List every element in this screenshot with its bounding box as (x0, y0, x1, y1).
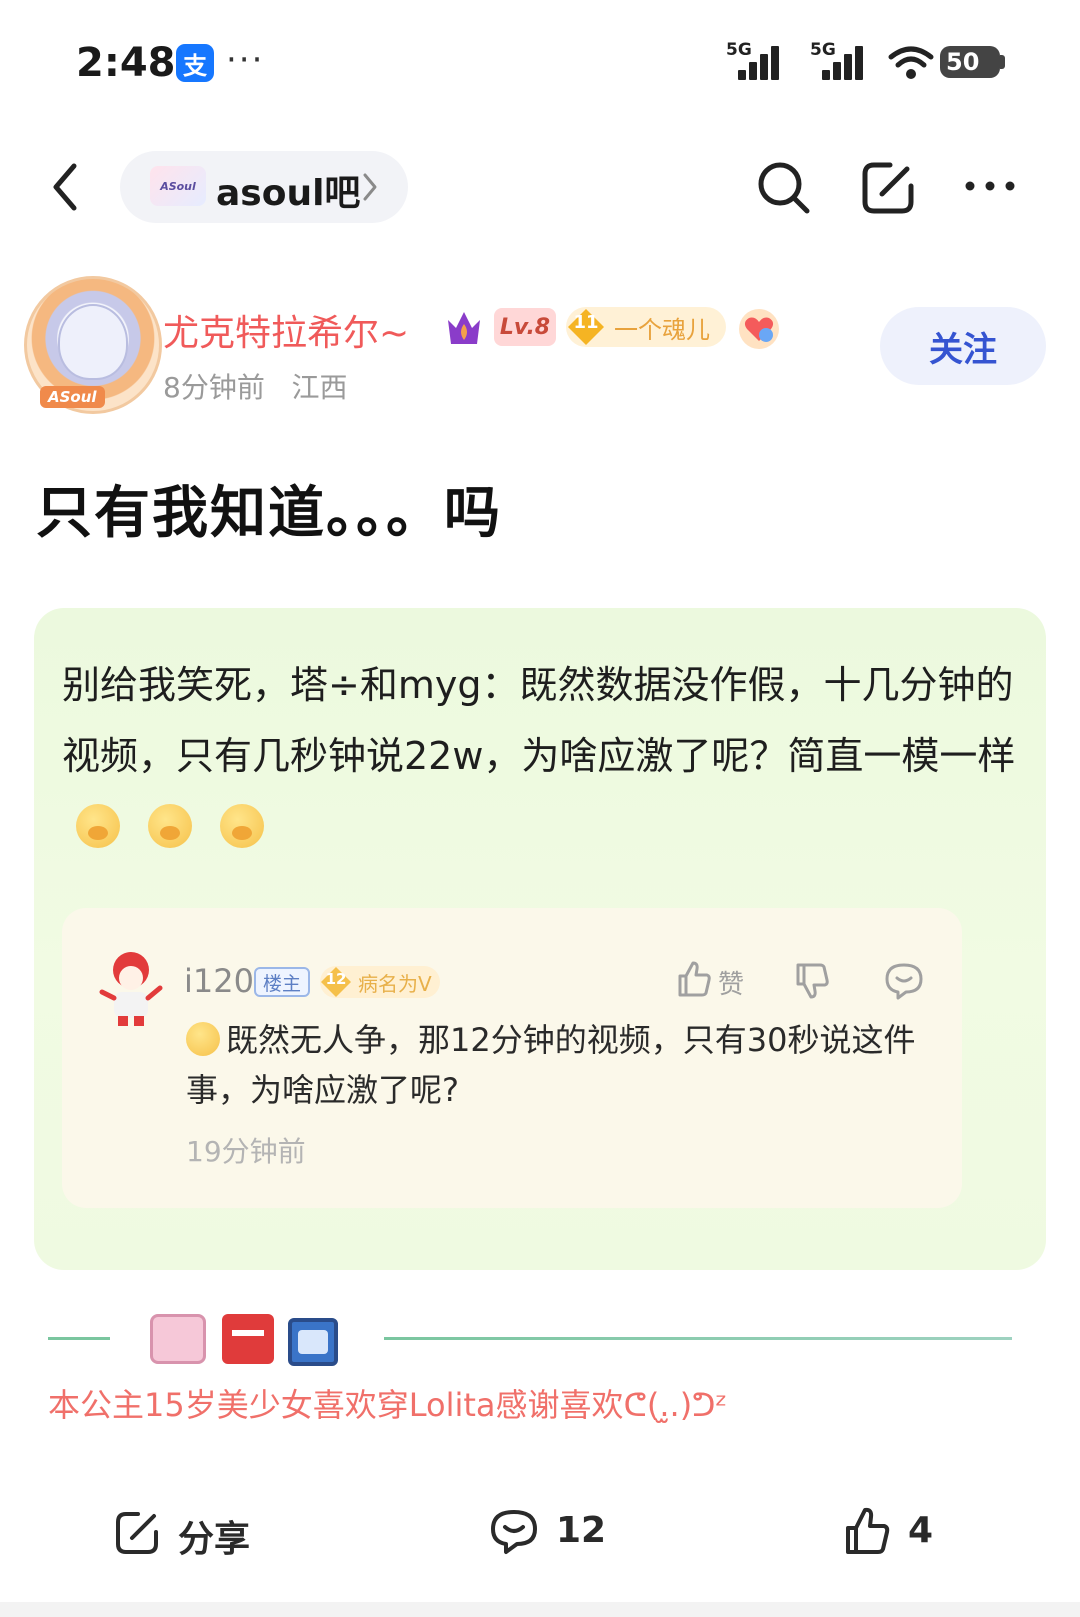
post-body: 别给我笑死，塔÷和myg：既然数据没作假，十几分钟的视频，只有几秒钟说22w，为… (62, 650, 1024, 863)
quote-text-content: 既然无人争，那12分钟的视频，只有30秒说这件事，为啥应激了呢? (186, 1021, 916, 1109)
cover-mouth-emoji-icon (220, 804, 264, 848)
thumbs-up-icon[interactable] (676, 960, 712, 998)
cover-mouth-emoji-icon (76, 804, 120, 848)
fan-level: 11 (573, 312, 599, 333)
signature-divider (48, 1337, 110, 1340)
post-title: 只有我知道。。。吗 (36, 481, 502, 546)
cover-mouth-emoji-icon (148, 804, 192, 848)
signal-5g-icon: 5G (726, 40, 780, 80)
signature-text: 本公主15岁美少女喜欢穿Lolita感谢喜欢ᕦ(.̫.)ᕤᶻ (48, 1386, 728, 1424)
quote-time: 19分钟前 (186, 1135, 306, 1168)
comment-count[interactable]: 12 (556, 1510, 606, 1551)
quote-username[interactable]: i120 (184, 962, 254, 1000)
post-time: 8分钟前 (163, 371, 265, 404)
avatar-tag: ASoul (40, 386, 105, 408)
red-sticker-icon (222, 1314, 274, 1364)
op-badge: 楼主 (254, 967, 310, 997)
pig-sticker-icon (150, 1314, 206, 1364)
wifi-icon (888, 46, 934, 79)
share-button[interactable]: 分享 (178, 1510, 250, 1562)
fan-level: 12 (325, 970, 347, 988)
signal-label: 5G (726, 40, 752, 60)
share-icon[interactable] (114, 1510, 160, 1556)
like-count[interactable]: 4 (908, 1510, 933, 1551)
crown-icon (448, 312, 480, 344)
post-location: 江西 (291, 371, 348, 404)
reply-icon[interactable] (884, 962, 924, 1000)
status-overflow-icon: ··· (226, 40, 265, 80)
status-time: 2:48 (76, 40, 176, 86)
emoji-icon (186, 1022, 220, 1056)
thumbs-down-icon[interactable] (794, 962, 830, 1000)
signature-divider (384, 1337, 1012, 1340)
search-icon[interactable] (756, 160, 812, 216)
red-sticker-face (232, 1330, 264, 1336)
thumbs-up-icon[interactable] (844, 1506, 890, 1556)
fan-name: 病名为V (358, 972, 432, 996)
quote-avatar[interactable] (96, 948, 166, 1028)
quote-text: 既然无人争，那12分钟的视频，只有30秒说这件事，为啥应激了呢? (186, 1015, 916, 1115)
alipay-icon: 支 (176, 44, 214, 82)
battery-tip (1000, 55, 1005, 69)
edit-icon[interactable] (860, 160, 916, 216)
comment-icon[interactable] (490, 1509, 538, 1555)
more-icon[interactable] (962, 176, 1018, 196)
avatar-face (58, 304, 128, 380)
signal-label: 5G (810, 40, 836, 60)
post-body-text: 别给我笑死，塔÷和myg：既然数据没作假，十几分钟的视频，只有几秒钟说22w，为… (62, 663, 1016, 778)
battery-icon: 50 (940, 46, 1000, 78)
like-label[interactable]: 赞 (718, 964, 744, 1001)
level-badge: Lv.8 (494, 308, 556, 346)
bottom-strip (0, 1602, 1080, 1617)
fan-name: 一个魂儿 (614, 316, 710, 344)
back-icon[interactable] (48, 160, 84, 214)
forum-name[interactable]: asoul吧 (216, 164, 360, 216)
follow-button[interactable]: 关注 (880, 307, 1046, 385)
forum-logo: ASoul (150, 166, 206, 206)
author-name[interactable]: 尤克特拉希尔~ (163, 304, 409, 356)
post-meta: 8分钟前 江西 (163, 366, 348, 406)
chevron-right-icon (363, 173, 377, 201)
signal-5g-icon: 5G (810, 40, 864, 80)
heart-icon (739, 309, 779, 349)
blue-sticker-face (298, 1330, 328, 1354)
